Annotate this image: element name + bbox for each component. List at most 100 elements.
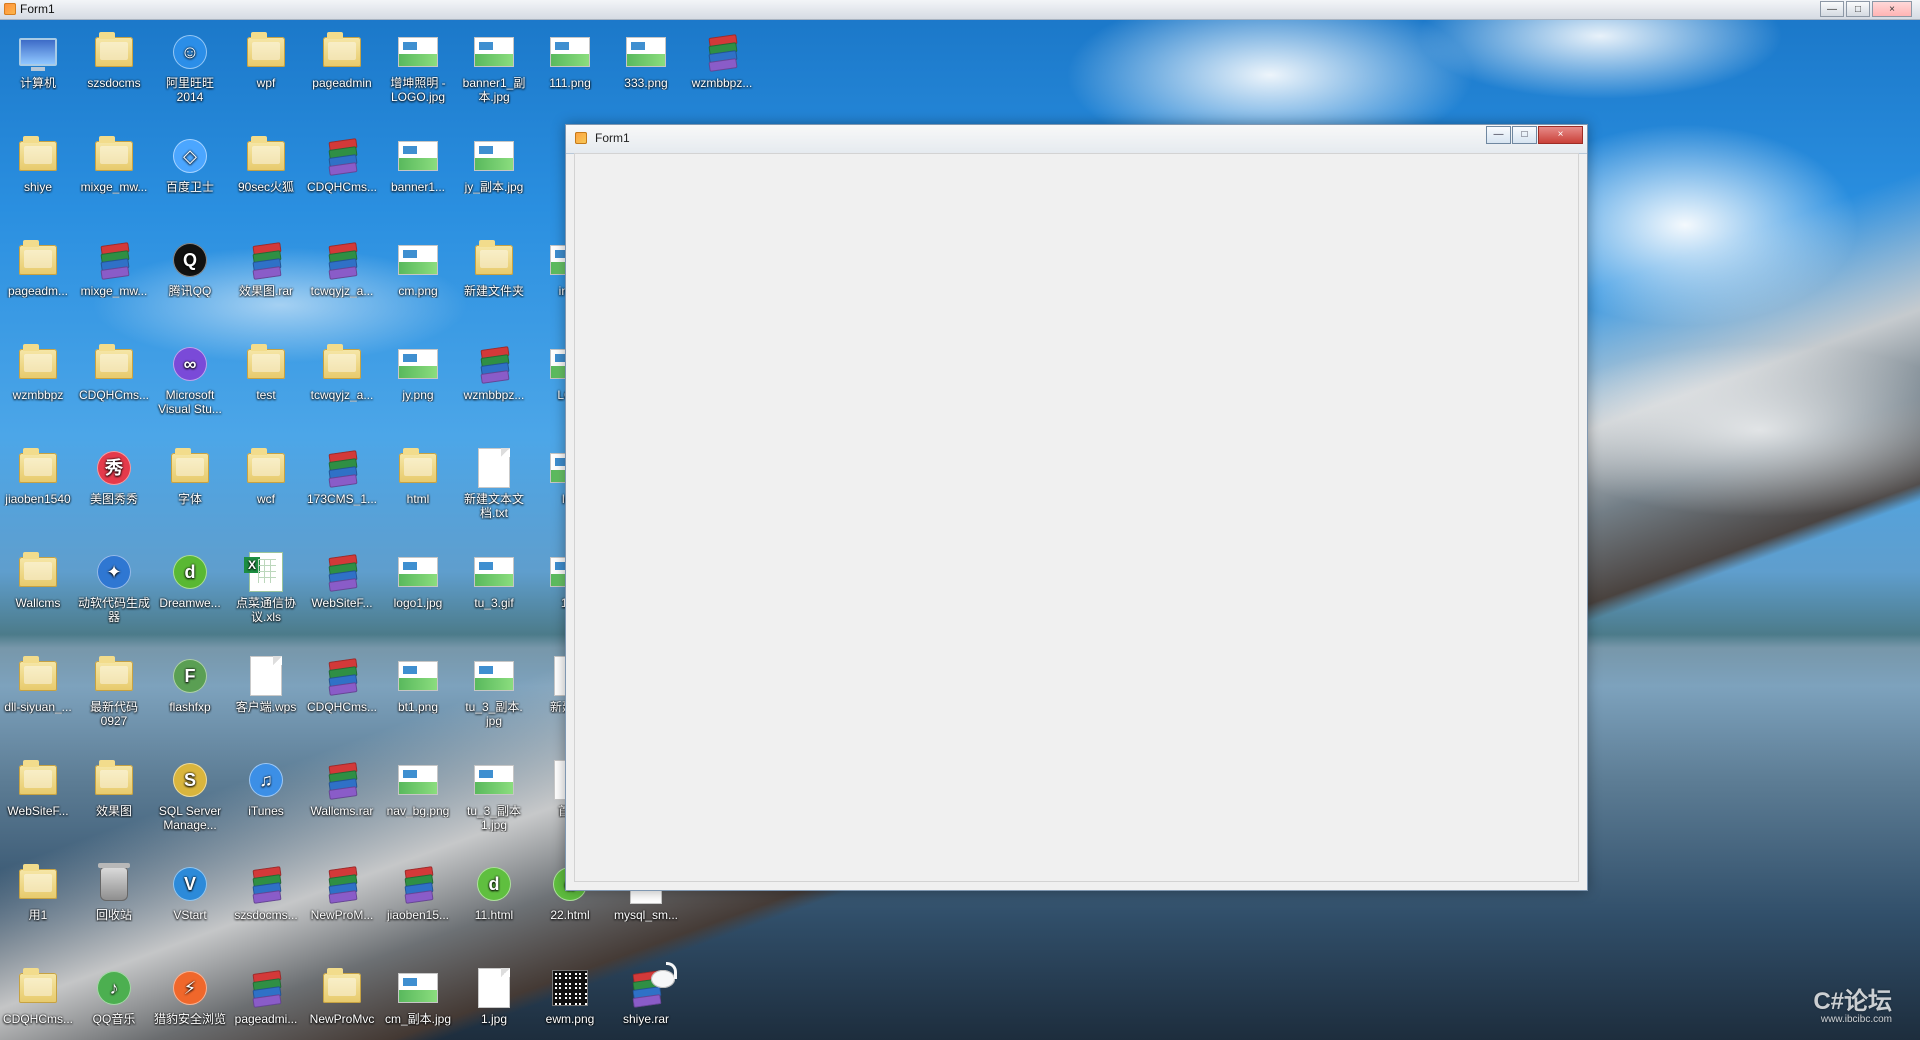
desktop-icon-cdqhcms-2[interactable]: CDQHCms... — [76, 342, 152, 402]
desktop-icon-baidu-guard[interactable]: ◇ 百度卫士 — [152, 134, 228, 194]
desktop-icon-flashfxp[interactable]: F flashfxp — [152, 654, 228, 714]
desktop-icon-cdqhcms-1[interactable]: CDQHCms... — [304, 134, 380, 194]
desktop-icon-new-text[interactable]: 新建文本文 档.txt — [456, 446, 532, 520]
desktop-icon-wpf[interactable]: wpf — [228, 30, 304, 90]
desktop-icon-jy-png[interactable]: jy.png — [380, 342, 456, 402]
desktop-icon-banner1[interactable]: banner1... — [380, 134, 456, 194]
desktop-icon-effect-rar[interactable]: 效果图.rar — [228, 238, 304, 298]
desktop-icon-wzmbbpz-folder[interactable]: wzmbbpz — [0, 342, 76, 402]
desktop-icon-173cms[interactable]: 173CMS_1... — [304, 446, 380, 506]
desktop-icon-qqmusic[interactable]: ♪ QQ音乐 — [76, 966, 152, 1026]
desktop-icon-vstart[interactable]: V VStart — [152, 862, 228, 922]
desktop-icon-label: iTunes — [248, 804, 284, 818]
archive-icon — [320, 238, 364, 282]
desktop-icon-tu3-copy[interactable]: tu_3_副本. jpg — [456, 654, 532, 728]
desktop-icon-90sec[interactable]: 90sec火狐 — [228, 134, 304, 194]
top-window-bar: Form1 — □ × — [0, 0, 1920, 20]
desktop-icon-nav-bg[interactable]: nav_bg.png — [380, 758, 456, 818]
desktop-icon-vs[interactable]: ∞ Microsoft Visual Stu... — [152, 342, 228, 416]
folder-icon — [320, 30, 364, 74]
desktop-icon-pageadm[interactable]: pageadm... — [0, 238, 76, 298]
image-icon — [396, 758, 440, 802]
desktop-icon-effect-folder[interactable]: 效果图 — [76, 758, 152, 818]
desktop-icon-1-jpg[interactable]: 1.jpg — [456, 966, 532, 1026]
desktop-icon-mixge-mw-2[interactable]: mixge_mw... — [76, 238, 152, 298]
desktop-icon-label: 动软代码生成 器 — [77, 596, 150, 624]
desktop-icon-wallcms[interactable]: Wallcms — [0, 550, 76, 610]
top-minimize-button[interactable]: — — [1820, 1, 1844, 17]
desktop-icon-label: 新建文件夹 — [463, 284, 524, 298]
form-maximize-button[interactable]: □ — [1512, 126, 1537, 144]
form-close-button[interactable]: × — [1538, 126, 1583, 144]
desktop-icon-szsdocms[interactable]: szsdocms — [76, 30, 152, 90]
desktop-icon-wzmbbpz-top[interactable]: wzmbbpz... — [684, 30, 760, 90]
desktop-icon-xls[interactable]: 点菜通信协 议.xls — [228, 550, 304, 624]
desktop-icon-tu3-copy1[interactable]: tu_3_副本 1.jpg — [456, 758, 532, 832]
desktop-icon-newprom[interactable]: NewProM... — [304, 862, 380, 922]
desktop-icon-label: wpf — [256, 76, 276, 90]
desktop-icon-label: Wallcms.rar — [310, 804, 374, 818]
desktop-icon-websitef-folder[interactable]: WebSiteF... — [0, 758, 76, 818]
desktop-icon-html-folder[interactable]: html — [380, 446, 456, 506]
form-client-area[interactable] — [574, 153, 1579, 882]
desktop-icon-wzmbbpz-rar[interactable]: wzmbbpz... — [456, 342, 532, 402]
desktop-icon-test[interactable]: test — [228, 342, 304, 402]
desktop-icon-websitef-rar[interactable]: WebSiteF... — [304, 550, 380, 610]
desktop-icon-cdqhcms-folder[interactable]: CDQHCms... — [0, 966, 76, 1026]
archive-icon — [244, 862, 288, 906]
desktop-icon-mixge-mw-1[interactable]: mixge_mw... — [76, 134, 152, 194]
desktop-icon-cm-copy[interactable]: cm_副本.jpg — [380, 966, 456, 1026]
app-icon — [575, 132, 587, 144]
desktop-icon-11-html[interactable]: d 11.html — [456, 862, 532, 922]
top-close-button[interactable]: × — [1872, 1, 1912, 17]
document-icon — [472, 446, 516, 490]
desktop-icon-label: tu_3_副本. jpg — [465, 700, 523, 728]
form-titlebar[interactable]: Form1 — □ × — [566, 125, 1587, 154]
desktop-icon-yong1[interactable]: 用1 — [0, 862, 76, 922]
desktop-icon-aliwangwang[interactable]: ☺ 阿里旺旺 2014 — [152, 30, 228, 104]
desktop-icon-cm-png[interactable]: cm.png — [380, 238, 456, 298]
desktop-icon-logo-jpg[interactable]: 增坤照明 -LOGO.jpg — [380, 30, 456, 104]
desktop-icon-sql-server[interactable]: S SQL Server Manage... — [152, 758, 228, 832]
desktop-icon-ewm[interactable]: ewm.png — [532, 966, 608, 1026]
desktop-icon-wps[interactable]: 客户端.wps — [228, 654, 304, 714]
desktop-icon-tu3-gif[interactable]: tu_3.gif — [456, 550, 532, 610]
desktop-icon-logo1[interactable]: logo1.jpg — [380, 550, 456, 610]
desktop-icon-qq[interactable]: Q 腾讯QQ — [152, 238, 228, 298]
desktop-icon-meitu[interactable]: 秀 美图秀秀 — [76, 446, 152, 506]
top-window-title: Form1 — [20, 2, 55, 16]
desktop-icon-new-folder[interactable]: 新建文件夹 — [456, 238, 532, 298]
desktop-icon-shiye[interactable]: shiye — [0, 134, 76, 194]
desktop-icon-jy-copy[interactable]: jy_副本.jpg — [456, 134, 532, 194]
desktop-icon-banner-copy[interactable]: banner1_副 本.jpg — [456, 30, 532, 104]
desktop-icon-recycle-bin[interactable]: 回收站 — [76, 862, 152, 922]
desktop-icon-computer[interactable]: 计算机 — [0, 30, 76, 90]
visual-studio-icon: ∞ — [168, 342, 212, 386]
desktop-icon-liebao[interactable]: ⚡ 猎豹安全浏览 — [152, 966, 228, 1026]
form-minimize-button[interactable]: — — [1486, 126, 1511, 144]
desktop-icon-newpromvc[interactable]: NewProMvc — [304, 966, 380, 1026]
top-maximize-button[interactable]: □ — [1846, 1, 1870, 17]
desktop-icon-jiaoben15[interactable]: jiaoben15... — [380, 862, 456, 922]
desktop-icon-fonts[interactable]: 字体 — [152, 446, 228, 506]
desktop-icon-jiaoben1540[interactable]: jiaoben1540 — [0, 446, 76, 506]
desktop-icon-pageadmin[interactable]: pageadmin — [304, 30, 380, 90]
desktop-icon-label: 腾讯QQ — [168, 284, 212, 298]
desktop-icon-bt1[interactable]: bt1.png — [380, 654, 456, 714]
desktop-icon-itunes[interactable]: ♫ iTunes — [228, 758, 304, 818]
desktop-icon-dreamweaver[interactable]: d Dreamwe... — [152, 550, 228, 610]
desktop-icon-code-generator[interactable]: ✦ 动软代码生成 器 — [76, 550, 152, 624]
desktop-icon-szsdocms-rar[interactable]: szsdocms... — [228, 862, 304, 922]
desktop-icon-dll-siyuan[interactable]: dll-siyuan_... — [0, 654, 76, 714]
desktop-icon-tcwqyjz-1[interactable]: tcwqyjz_a... — [304, 238, 380, 298]
desktop-icon-cdqhcms-3[interactable]: CDQHCms... — [304, 654, 380, 714]
desktop-icon-label: pageadmin — [312, 76, 372, 90]
desktop-icon-333-png[interactable]: 333.png — [608, 30, 684, 90]
desktop-icon-wallcms-rar[interactable]: Wallcms.rar — [304, 758, 380, 818]
desktop-icon-pageadmi-rar[interactable]: pageadmi... — [228, 966, 304, 1026]
desktop-icon-latest-code[interactable]: 最新代码 0927 — [76, 654, 152, 728]
desktop-icon-label: 333.png — [624, 76, 668, 90]
desktop-icon-wcf[interactable]: wcf — [228, 446, 304, 506]
desktop-icon-111-png[interactable]: 111.png — [532, 30, 608, 90]
desktop-icon-tcwqyjz-2[interactable]: tcwqyjz_a... — [304, 342, 380, 402]
